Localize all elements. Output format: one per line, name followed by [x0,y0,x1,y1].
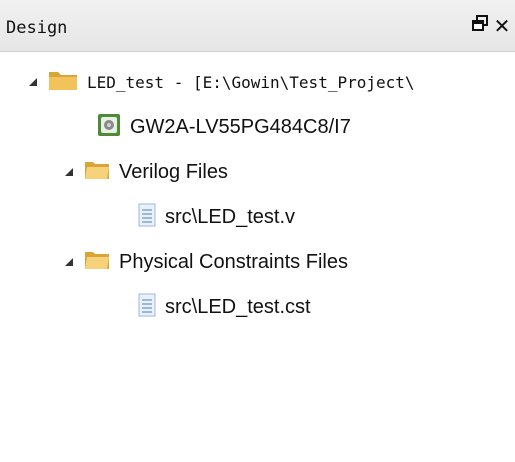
float-window-icon[interactable] [470,14,490,38]
file-icon [138,203,156,232]
tree-item-project[interactable]: LED_test - [E:\Gowin\Test_Project\ [28,62,415,102]
tree-item-label: src\LED_test.v [165,205,296,228]
project-folder-icon [48,68,78,97]
tree-item-verilog-file[interactable]: src\LED_test.v [138,197,295,237]
close-icon[interactable]: ✕ [492,14,512,38]
tree-item-label: GW2A-LV55PG484C8/I7 [130,115,351,138]
tree-item-label: src\LED_test.cst [165,295,311,318]
tree-item-physical-constraints-files[interactable]: Physical Constraints Files [64,242,348,282]
panel-titlebar: Design ✕ [0,0,515,52]
tree-item-label: LED_test - [E:\Gowin\Test_Project\ [87,72,415,92]
design-panel: Design ✕ LED_test - [E:\Gowin\Test_Proje… [0,0,515,462]
expand-arrow-icon[interactable] [64,257,74,267]
expand-arrow-icon[interactable] [28,77,38,87]
tree-item-constraints-file[interactable]: src\LED_test.cst [138,287,311,327]
expand-arrow-icon[interactable] [64,167,74,177]
tree-item-label: Verilog Files [119,160,228,183]
tree-item-device[interactable]: GW2A-LV55PG484C8/I7 [97,107,351,147]
tree-item-verilog-files[interactable]: Verilog Files [64,152,228,192]
chip-icon [97,113,121,142]
folder-icon [84,159,110,186]
folder-icon [84,249,110,276]
tree-item-label: Physical Constraints Files [119,250,348,273]
panel-title: Design [6,18,68,38]
file-icon [138,293,156,322]
